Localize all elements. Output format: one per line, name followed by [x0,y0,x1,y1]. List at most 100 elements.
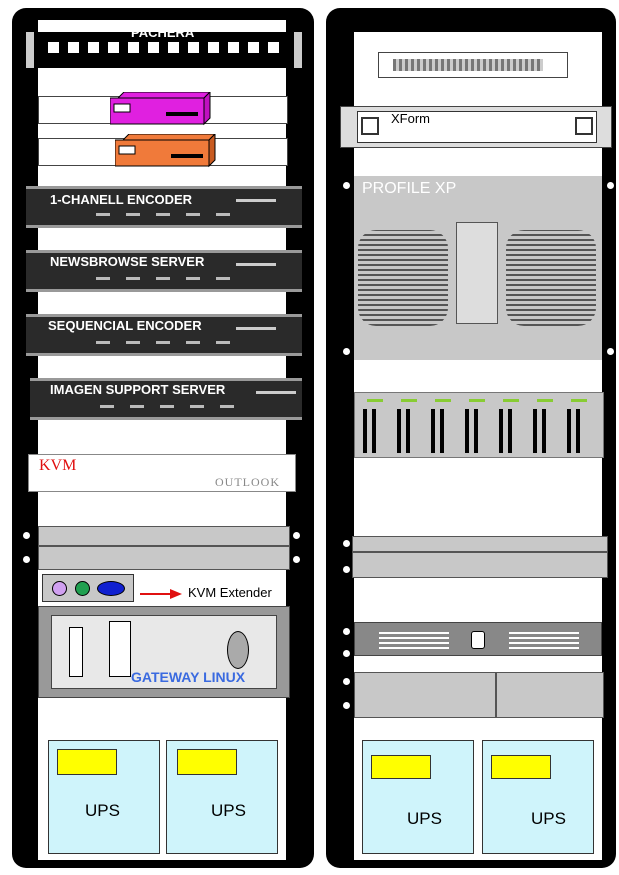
rack-screw [293,556,300,563]
patch-port [48,42,59,53]
port [186,277,200,280]
port [96,277,110,280]
port [190,405,204,408]
drive-bay [109,621,131,677]
blank-panel [352,536,608,552]
newsbrowse-label: NEWSBROWSE SERVER [50,254,205,269]
patch-port [268,42,279,53]
profile-xp: PROFILE XP [354,176,602,360]
disk-led [367,399,383,402]
ups-unit: UPS [166,740,278,854]
sequencial-encoder: SEQUENCIAL ENCODER [26,314,302,356]
vent-grille [506,230,596,326]
ups-label: UPS [211,801,246,820]
storage-panel [354,672,496,718]
button-blue [97,581,125,596]
display-strip [236,327,276,330]
switch-ports [393,59,543,71]
front-door [456,222,498,324]
port [100,405,114,408]
rack-screw [23,532,30,539]
patch-port [208,42,219,53]
newsbrowse-server: NEWSBROWSE SERVER [26,250,302,292]
disk-array [354,392,604,458]
patch-port [228,42,239,53]
profile-label: PROFILE XP [362,180,457,197]
disk-led [537,399,553,402]
rack-screw [343,678,350,685]
button-green [75,581,90,596]
battery-indicator [177,749,237,775]
rack-screw [23,556,30,563]
patch-port [248,42,259,53]
rack-screw [293,532,300,539]
kvm-unit: KVM OUTLOOK [28,454,296,492]
imagen-support-server: IMAGEN SUPPORT SERVER [30,378,302,420]
power-unit [354,622,602,656]
gateway-linux: GATEWAY LINUX [38,606,290,698]
port [126,277,140,280]
port [126,213,140,216]
port [216,341,230,344]
blank-panel [38,546,290,570]
sequencial-label: SEQUENCIAL ENCODER [48,318,202,333]
rack-ear [294,32,302,68]
battery-indicator [491,755,551,779]
ups-label: UPS [531,809,566,828]
patch-port [168,42,179,53]
ups-unit: UPS [482,740,594,854]
vent-wave [509,629,579,649]
rack-screw [607,182,614,189]
xform-logo-icon [575,117,593,135]
rack-screw [343,540,350,547]
drive-bay [69,627,83,677]
disk-led [503,399,519,402]
encoder-unit: 1-CHANELL ENCODER [26,186,302,228]
vent-grille [358,230,448,326]
port [216,213,230,216]
ups-unit: UPS [48,740,160,854]
ups-label: UPS [407,809,442,828]
xform-logo-icon [361,117,379,135]
patch-panel-label: PACHERA [131,25,195,40]
ups-label: UPS [85,801,120,820]
network-switch [378,52,568,78]
port [156,277,170,280]
patch-port [148,42,159,53]
rack-screw [343,182,350,189]
imagen-label: IMAGEN SUPPORT SERVER [50,382,226,397]
port [220,405,234,408]
battery-indicator [371,755,431,779]
port [156,213,170,216]
port [216,277,230,280]
vent-wave [379,629,449,649]
patch-port [188,42,199,53]
ups-unit: UPS [362,740,474,854]
port [186,341,200,344]
rack-screw [343,566,350,573]
port [156,341,170,344]
encoder-label: 1-CHANELL ENCODER [50,192,193,207]
arrow-icon [140,586,182,599]
port [130,405,144,408]
disk-slots [363,409,595,453]
disk-led [435,399,451,402]
blank-panel [352,552,608,578]
xform-label: XForm [391,111,430,126]
patch-port [88,42,99,53]
disk-led [401,399,417,402]
rack-screw [607,348,614,355]
power-button [227,631,249,669]
gateway-label: GATEWAY LINUX [131,669,246,685]
patch-panel: PACHERA [26,25,302,68]
port [96,341,110,344]
outlook-label: OUTLOOK [215,475,280,489]
port [126,341,140,344]
disk-led [469,399,485,402]
storage-panel [496,672,604,718]
display-strip [256,391,296,394]
display-strip [236,263,276,266]
power-switch [471,631,485,649]
display-strip [236,199,276,202]
kvm-extender-box [42,574,134,602]
